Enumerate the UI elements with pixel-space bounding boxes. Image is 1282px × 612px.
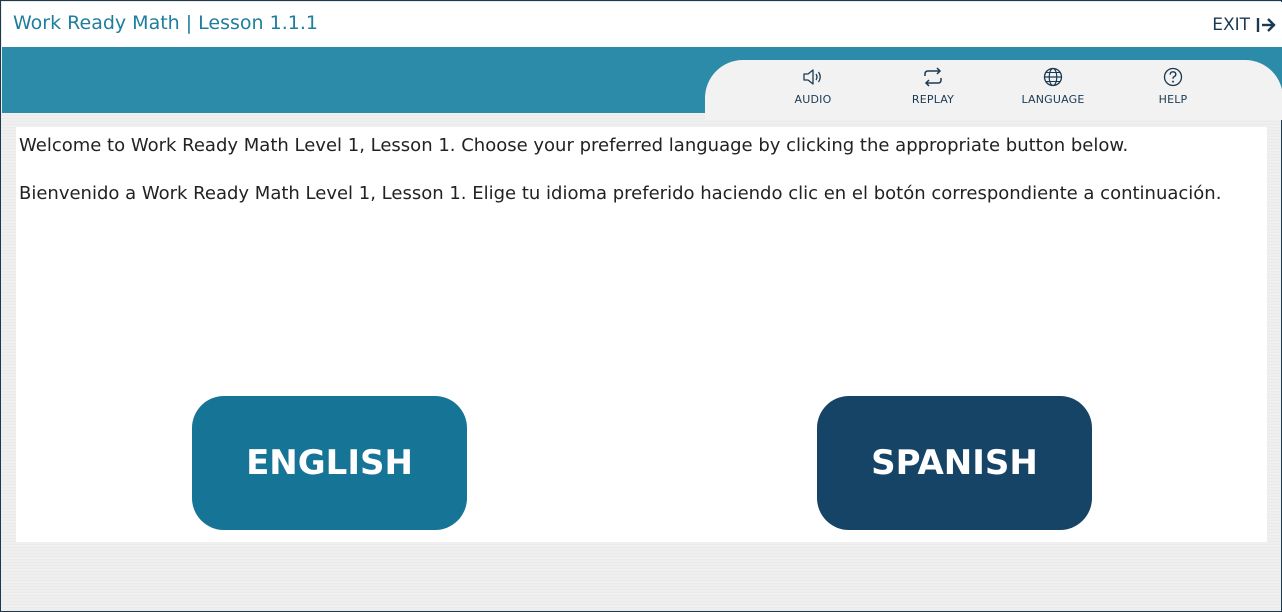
replay-label: REPLAY	[911, 93, 955, 106]
replay-button[interactable]: REPLAY	[888, 66, 978, 106]
exit-arrow-icon	[1256, 18, 1276, 32]
exit-button[interactable]: EXIT	[1212, 15, 1276, 35]
language-label: LANGUAGE	[1021, 93, 1085, 106]
spanish-button[interactable]: SPANISH	[817, 396, 1092, 530]
english-button[interactable]: ENGLISH	[192, 396, 467, 530]
exit-label: EXIT	[1212, 15, 1250, 35]
title-bar: Work Ready Math | Lesson 1.1.1 EXIT	[2, 2, 1282, 47]
question-icon	[1163, 67, 1183, 87]
speaker-icon	[803, 69, 821, 85]
audio-button[interactable]: AUDIO	[768, 66, 858, 106]
help-label: HELP	[1158, 93, 1188, 106]
globe-icon	[1043, 67, 1063, 87]
language-button[interactable]: LANGUAGE	[1008, 66, 1098, 106]
welcome-text-spanish: Bienvenido a Work Ready Math Level 1, Le…	[19, 183, 1222, 204]
lesson-title: Work Ready Math | Lesson 1.1.1	[13, 12, 318, 34]
welcome-text-english: Welcome to Work Ready Math Level 1, Less…	[19, 135, 1129, 156]
help-button[interactable]: HELP	[1128, 66, 1218, 106]
toolbar: AUDIO REPLAY LANGUAGE HELP	[705, 60, 1282, 120]
audio-label: AUDIO	[794, 93, 832, 106]
replay-icon	[924, 67, 942, 87]
app-window: Work Ready Math | Lesson 1.1.1 EXIT AUDI…	[0, 0, 1282, 612]
lesson-content: Welcome to Work Ready Math Level 1, Less…	[16, 127, 1267, 542]
